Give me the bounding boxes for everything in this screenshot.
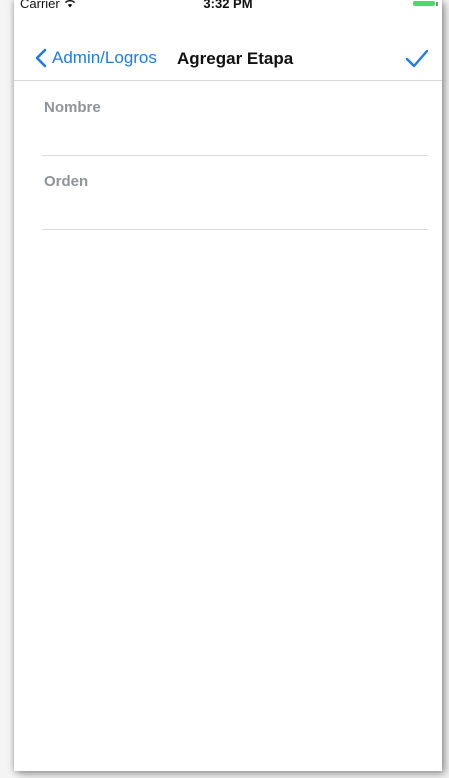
name-input[interactable]: [44, 127, 424, 149]
order-field: Orden: [42, 157, 428, 230]
chevron-left-icon: [35, 48, 47, 68]
checkmark-icon[interactable]: [404, 46, 430, 72]
back-button-label: Admin/Logros: [52, 48, 157, 67]
navigation-bar: Admin/Logros Agregar Etapa: [14, 40, 442, 81]
status-bar: Carrier 3:32 PM: [14, 0, 442, 18]
order-input[interactable]: [44, 201, 424, 223]
back-button[interactable]: Admin/Logros: [34, 48, 157, 68]
name-field-label: Nombre: [44, 99, 101, 116]
page-title: Agregar Etapa: [177, 49, 294, 68]
device-screen: Carrier 3:32 PM Admin/Logros Agregar Eta…: [14, 0, 442, 771]
stage-form: Nombre Orden: [42, 83, 428, 231]
name-field: Nombre: [42, 83, 428, 156]
status-time: 3:32 PM: [203, 0, 253, 11]
battery-icon: [413, 1, 438, 6]
order-field-label: Orden: [44, 173, 89, 190]
